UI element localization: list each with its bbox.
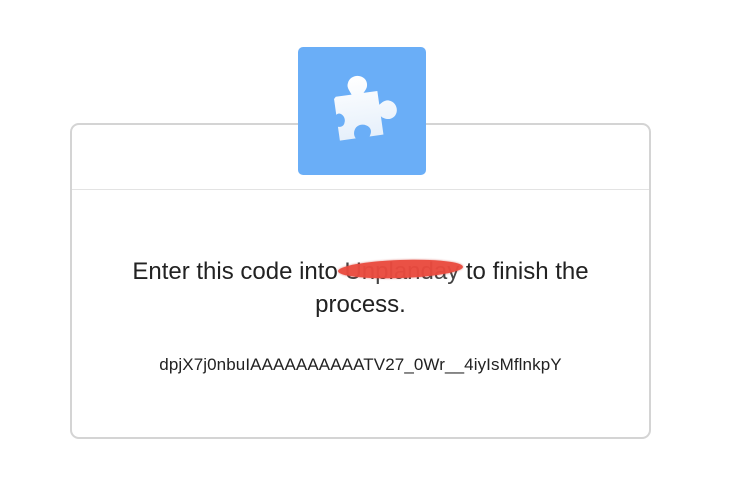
app-icon-tile xyxy=(298,47,426,175)
authorization-code[interactable]: dpjX7j0nbuIAAAAAAAAAATV27_0Wr__4iyIsMfln… xyxy=(82,355,639,375)
puzzle-icon xyxy=(334,75,397,141)
instruction-message: Enter this code into Unplanday to finish… xyxy=(92,255,629,321)
authorization-page: Enter this code into Unplanday to finish… xyxy=(0,0,753,477)
card-divider xyxy=(72,189,649,190)
redacted-app-name: Unplanday xyxy=(338,255,464,288)
message-prefix: Enter this code into xyxy=(132,258,345,285)
